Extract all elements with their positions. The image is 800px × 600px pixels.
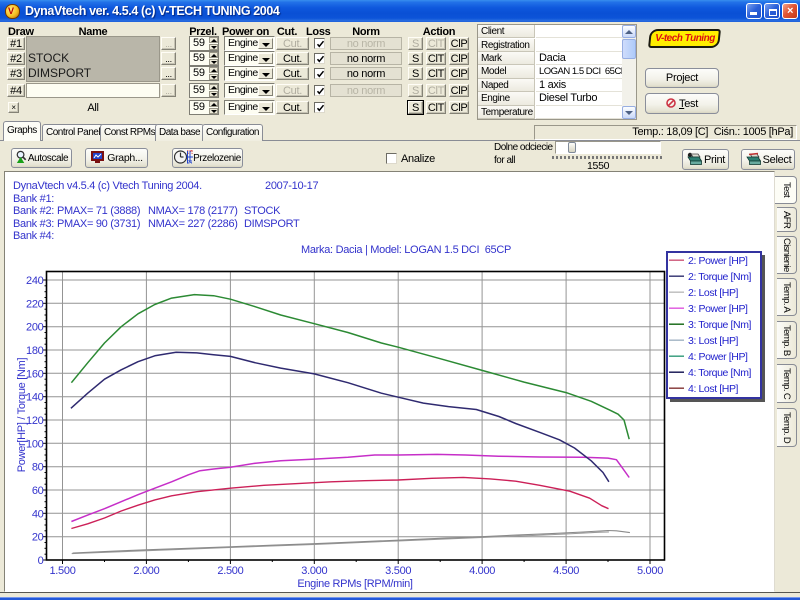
- svg-text:2.000: 2.000: [133, 565, 159, 577]
- svg-text:100: 100: [26, 438, 44, 450]
- svg-text:220: 220: [26, 298, 44, 310]
- svg-text:20: 20: [32, 532, 44, 544]
- svg-text:4.000: 4.000: [469, 565, 495, 577]
- svg-text:3.000: 3.000: [301, 565, 327, 577]
- svg-text:4: Lost [HP]: 4: Lost [HP]: [688, 383, 739, 395]
- svg-text:240: 240: [26, 275, 44, 287]
- svg-text:180: 180: [26, 345, 44, 357]
- svg-text:Power[HP] / Torque [Nm]: Power[HP] / Torque [Nm]: [16, 357, 28, 472]
- svg-text:0: 0: [38, 555, 44, 567]
- svg-text:140: 140: [26, 392, 44, 404]
- svg-text:2: Power [HP]: 2: Power [HP]: [688, 255, 748, 267]
- svg-text:3.500: 3.500: [385, 565, 411, 577]
- svg-text:5.000: 5.000: [637, 565, 663, 577]
- svg-text:2.500: 2.500: [217, 565, 243, 577]
- svg-text:3: Lost [HP]: 3: Lost [HP]: [688, 335, 739, 347]
- svg-text:160: 160: [26, 368, 44, 380]
- svg-text:3: Power [HP]: 3: Power [HP]: [688, 303, 748, 315]
- svg-text:80: 80: [32, 462, 44, 474]
- svg-text:2: Torque [Nm]: 2: Torque [Nm]: [688, 271, 752, 283]
- svg-text:120: 120: [26, 415, 44, 427]
- svg-text:200: 200: [26, 322, 44, 334]
- svg-text:40: 40: [32, 508, 44, 520]
- svg-text:4: Torque [Nm]: 4: Torque [Nm]: [688, 367, 752, 379]
- svg-text:Engine RPMs [RPM/min]: Engine RPMs [RPM/min]: [297, 578, 413, 590]
- svg-text:3: Torque [Nm]: 3: Torque [Nm]: [688, 319, 752, 331]
- svg-text:1.500: 1.500: [49, 565, 75, 577]
- svg-text:2: Lost [HP]: 2: Lost [HP]: [688, 287, 739, 299]
- svg-text:24: 24: [187, 160, 192, 165]
- svg-text:60: 60: [32, 485, 44, 497]
- svg-text:4: Power [HP]: 4: Power [HP]: [688, 351, 748, 363]
- svg-text:4.500: 4.500: [553, 565, 579, 577]
